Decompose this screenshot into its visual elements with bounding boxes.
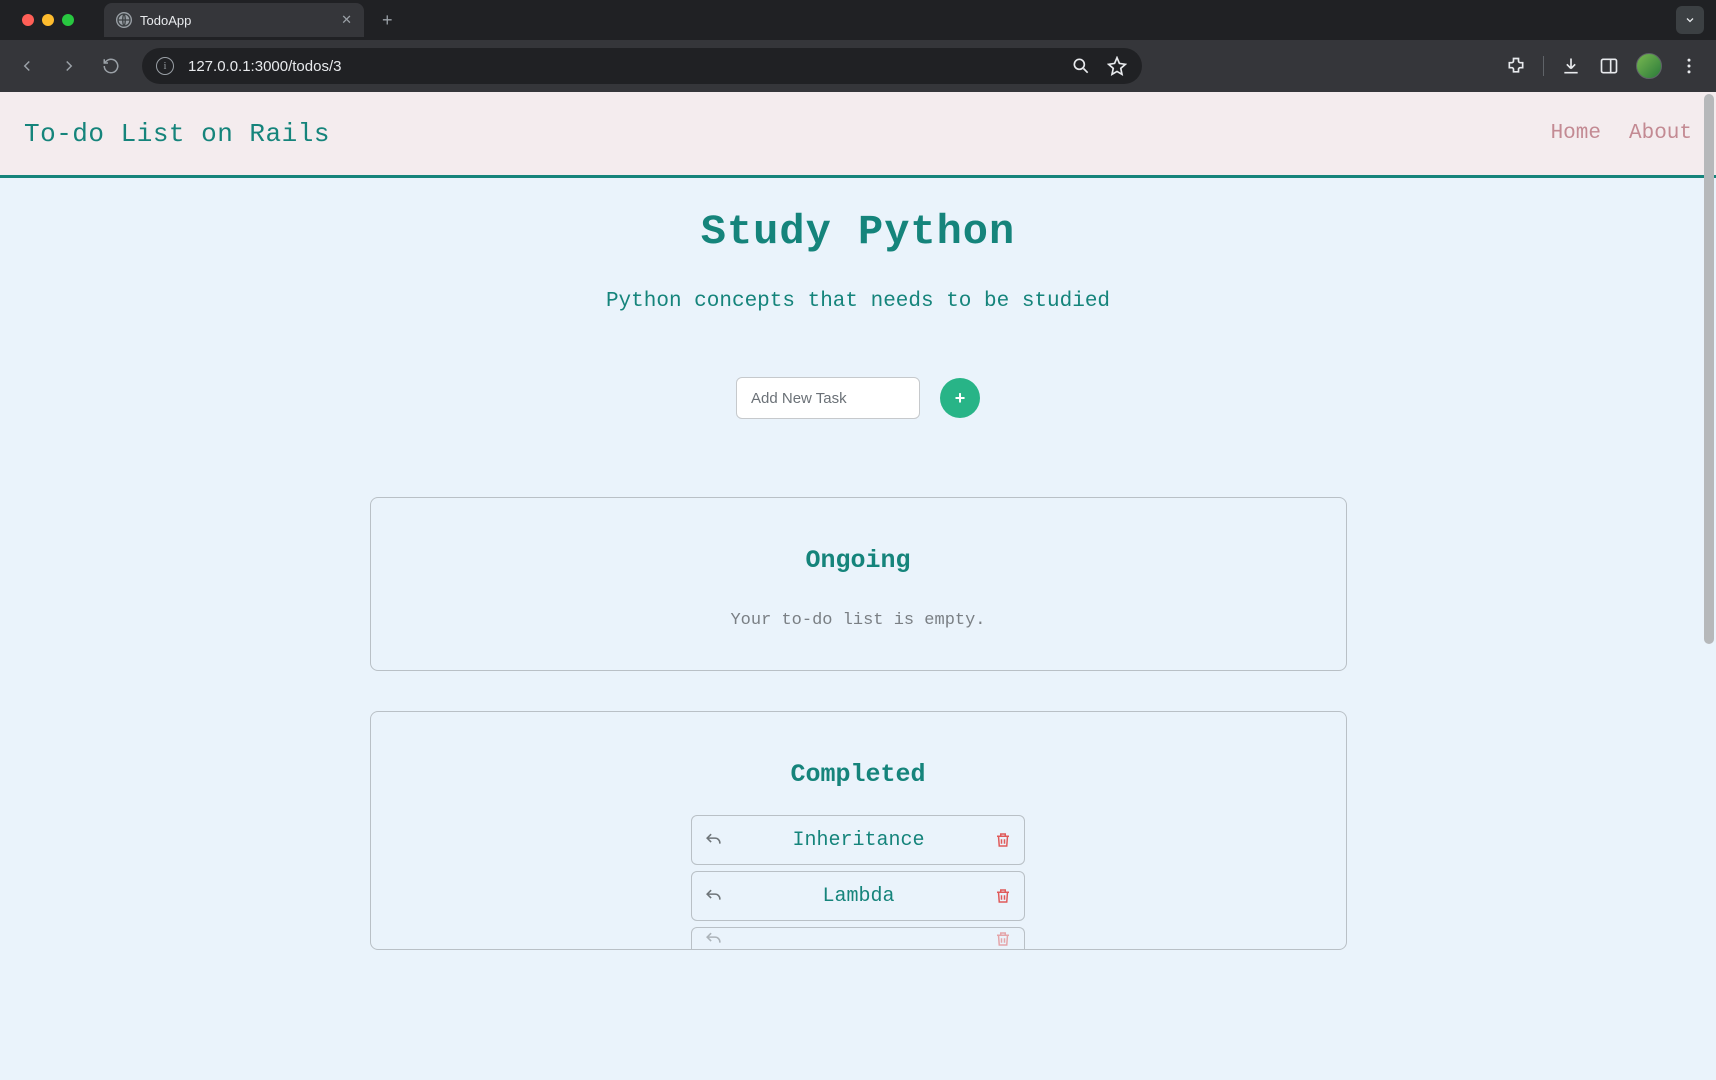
kebab-menu-icon[interactable]: [1678, 55, 1700, 77]
tab-bar: TodoApp ✕ +: [0, 0, 1716, 40]
page-viewport: To-do List on Rails Home About Study Pyt…: [0, 92, 1716, 1080]
browser-tab[interactable]: TodoApp ✕: [104, 3, 364, 37]
nav-links: Home About: [1551, 122, 1692, 145]
window-minimize[interactable]: [42, 14, 54, 26]
task-item: Inheritance: [691, 815, 1025, 865]
tabs-dropdown[interactable]: [1676, 6, 1704, 34]
nav-home[interactable]: Home: [1551, 122, 1601, 145]
tab-title: TodoApp: [140, 13, 333, 28]
address-bar[interactable]: i 127.0.0.1:3000/todos/3: [142, 48, 1142, 84]
window-close[interactable]: [22, 14, 34, 26]
toolbar-divider: [1543, 56, 1544, 76]
main-content: Study Python Python concepts that needs …: [0, 178, 1716, 990]
undo-icon[interactable]: [704, 930, 723, 949]
task-item: Lambda: [691, 871, 1025, 921]
profile-avatar[interactable]: [1636, 53, 1662, 79]
undo-icon[interactable]: [704, 831, 723, 850]
downloads-icon[interactable]: [1560, 55, 1582, 77]
scrollbar-thumb[interactable]: [1704, 94, 1714, 644]
app-header: To-do List on Rails Home About: [0, 92, 1716, 178]
bookmark-star-icon[interactable]: [1106, 55, 1128, 77]
window-controls: [10, 14, 86, 26]
globe-icon: [116, 12, 132, 28]
completed-card: Completed Inheritance Lambda: [370, 711, 1347, 950]
add-task-button[interactable]: +: [940, 378, 980, 418]
plus-icon: +: [955, 388, 966, 409]
close-icon[interactable]: ✕: [341, 12, 352, 28]
nav-about[interactable]: About: [1629, 122, 1692, 145]
zoom-icon[interactable]: [1070, 55, 1092, 77]
ongoing-title: Ongoing: [401, 546, 1316, 575]
window-maximize[interactable]: [62, 14, 74, 26]
new-tab-button[interactable]: +: [382, 10, 393, 31]
side-panel-icon[interactable]: [1598, 55, 1620, 77]
completed-task-list: Inheritance Lambda: [401, 815, 1316, 949]
task-item: [691, 927, 1025, 949]
ongoing-card: Ongoing Your to-do list is empty.: [370, 497, 1347, 671]
ongoing-empty-text: Your to-do list is empty.: [401, 611, 1316, 630]
forward-button[interactable]: [52, 49, 86, 83]
trash-icon[interactable]: [994, 930, 1012, 948]
trash-icon[interactable]: [994, 831, 1012, 849]
brand-title[interactable]: To-do List on Rails: [24, 119, 330, 149]
back-button[interactable]: [10, 49, 44, 83]
add-task-input[interactable]: [736, 377, 920, 419]
url-text: 127.0.0.1:3000/todos/3: [188, 58, 1056, 75]
task-name[interactable]: Lambda: [723, 885, 994, 908]
completed-title: Completed: [401, 760, 1316, 789]
site-info-icon[interactable]: i: [156, 57, 174, 75]
browser-chrome: TodoApp ✕ + i 127.0.0.1:3000/todos/3: [0, 0, 1716, 92]
toolbar-actions: [1505, 53, 1706, 79]
page-title: Study Python: [0, 208, 1716, 256]
browser-toolbar: i 127.0.0.1:3000/todos/3: [0, 40, 1716, 92]
extensions-icon[interactable]: [1505, 55, 1527, 77]
page-subtitle: Python concepts that needs to be studied: [0, 290, 1716, 313]
task-name[interactable]: Inheritance: [723, 829, 994, 852]
undo-icon[interactable]: [704, 887, 723, 906]
trash-icon[interactable]: [994, 887, 1012, 905]
add-task-row: +: [0, 377, 1716, 419]
reload-button[interactable]: [94, 49, 128, 83]
